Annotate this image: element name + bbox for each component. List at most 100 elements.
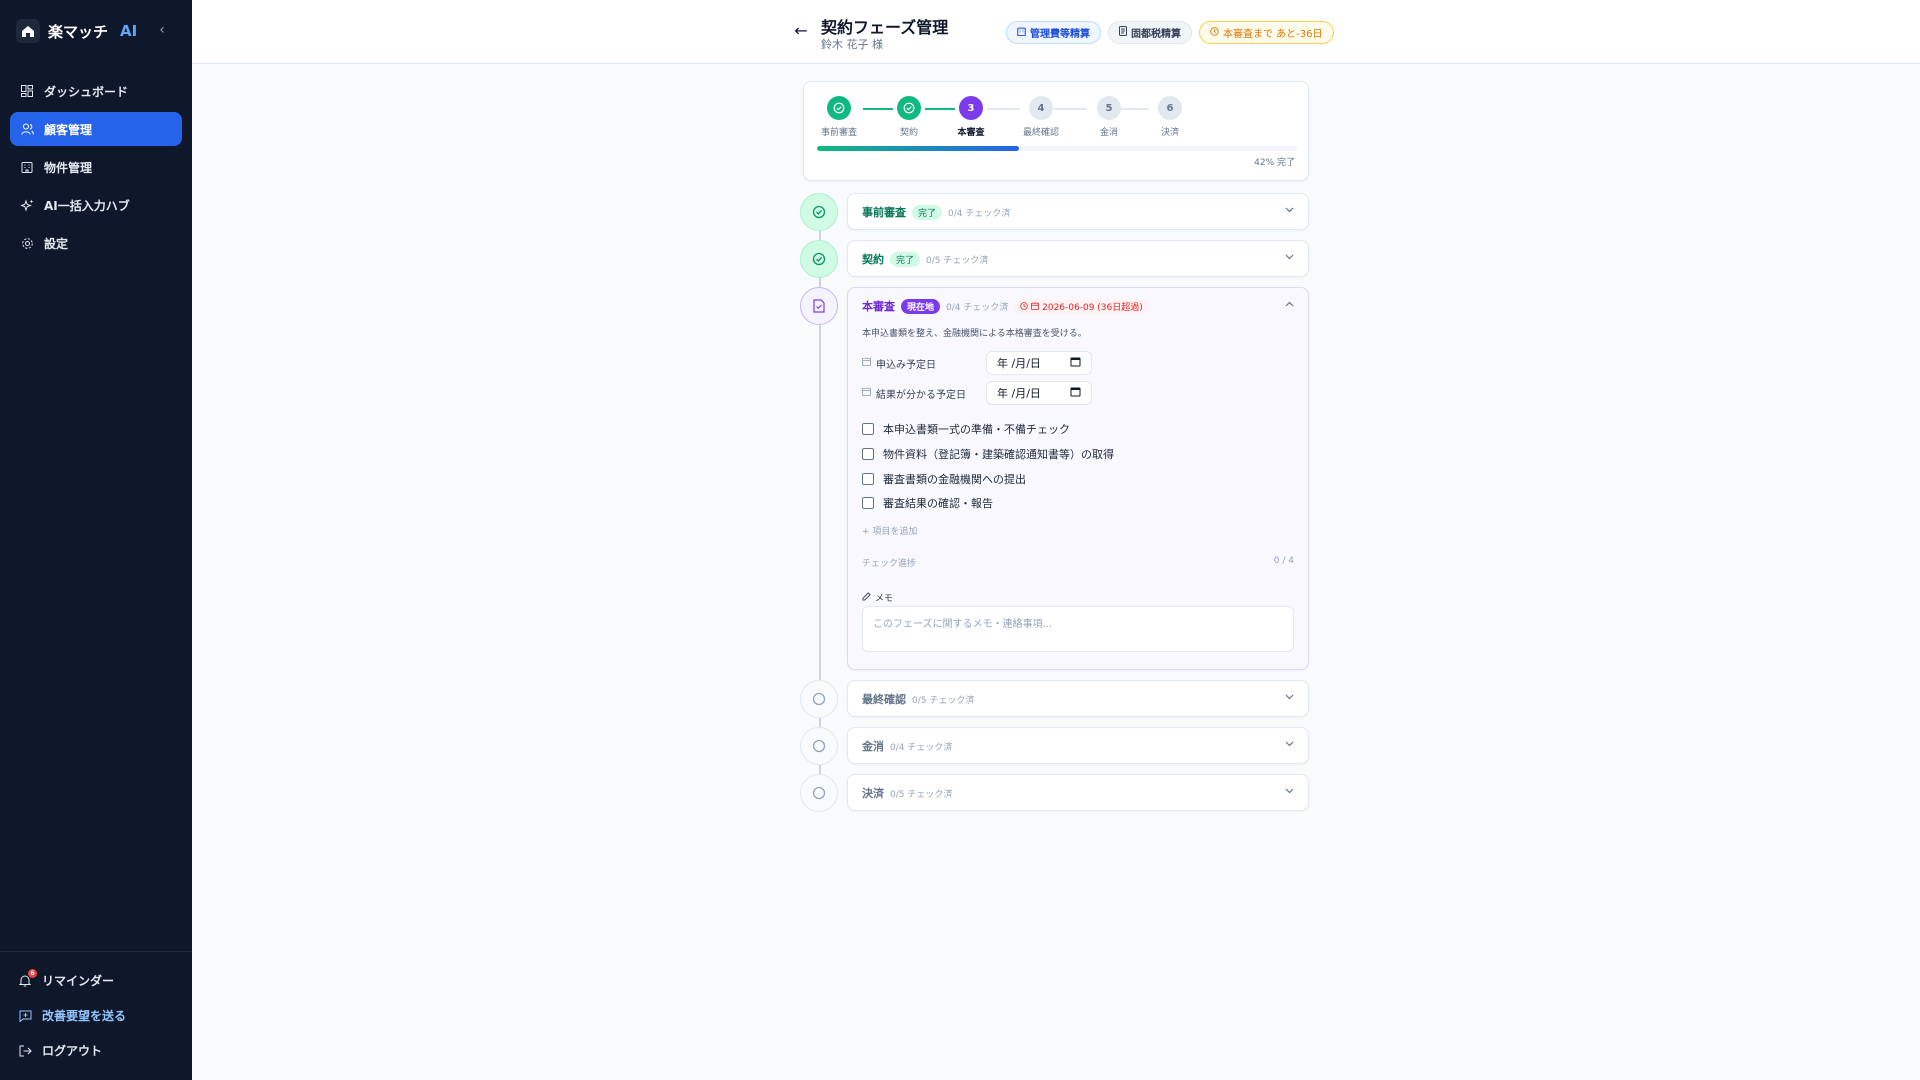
step-label: 最終確認 <box>1022 128 1059 138</box>
phase-card-loan-agreement[interactable]: 金消 0/4 チェック済 <box>847 727 1309 764</box>
chevron-down-icon[interactable] <box>1285 252 1294 263</box>
phase-title: 事前審査 <box>862 206 906 219</box>
send-feedback-button[interactable]: 改善要望を送る <box>10 998 182 1033</box>
memo-label: メモ <box>862 591 893 604</box>
step-loan-agreement[interactable]: 5 金消 <box>1079 96 1139 138</box>
memo-textarea[interactable] <box>862 606 1294 652</box>
sidebar-nav: ダッシュボード 顧客管理 物件管理 AI一括入力ハブ 設定 <box>10 74 182 264</box>
sidebar-item-label: 設定 <box>44 236 69 251</box>
calendar-picker-icon[interactable] <box>1070 386 1081 400</box>
application-date-input[interactable]: 年 /月/日 <box>986 351 1092 375</box>
checklist-item-label: 物件資料（登記簿・建築確認通知書等）の取得 <box>883 448 1114 461</box>
document-icon <box>1119 26 1127 39</box>
logout-label: ログアウト <box>42 1044 103 1058</box>
memo-label-text: メモ <box>875 594 894 604</box>
clock-icon <box>1210 26 1219 39</box>
date-label-text: 結果が分かる予定日 <box>876 389 966 401</box>
add-item-button[interactable]: + 項目を追加 <box>862 524 917 537</box>
checkbox[interactable] <box>862 423 874 435</box>
deadline-countdown-badge: 本審査まで あと-36日 <box>1199 21 1334 44</box>
check-count: 0/4 チェック済 <box>946 302 1009 313</box>
step-label: 決済 <box>1160 128 1179 138</box>
checklist-item[interactable]: 審査結果の確認・報告 <box>862 495 993 511</box>
empty-circle-icon <box>800 727 838 765</box>
overdue-badge: 2026-06-09 (36日超過) <box>1014 298 1149 314</box>
phase-header: 金消 0/4 チェック済 <box>862 728 1294 764</box>
sidebar-divider <box>0 951 192 952</box>
sidebar-item-properties[interactable]: 物件管理 <box>10 150 182 184</box>
phase-card-pre-screening[interactable]: 事前審査 完了 0/4 チェック済 <box>847 193 1309 230</box>
phase-title: 本審査 <box>862 300 895 313</box>
message-square-icon <box>18 1009 32 1023</box>
brand-suffix: AI <box>120 22 138 40</box>
phase-header[interactable]: 本審査 現在地 0/4 チェック済 2026-06-09 (36日超過) <box>862 288 1294 324</box>
checkbox[interactable] <box>862 473 874 485</box>
phase-header: 事前審査 完了 0/4 チェック済 <box>862 194 1294 230</box>
date-input-value: 年 /月/日 <box>997 357 1041 370</box>
step-pre-screening[interactable]: 事前審査 <box>809 96 869 138</box>
sidebar-item-dashboard[interactable]: ダッシュボード <box>10 74 182 108</box>
calendar-icon <box>862 357 871 369</box>
chevron-down-icon[interactable] <box>1285 786 1294 797</box>
logout-button[interactable]: ログアウト <box>10 1033 182 1068</box>
chevron-down-icon[interactable] <box>1285 692 1294 703</box>
step-label: 事前審査 <box>820 128 857 138</box>
users-icon <box>20 122 34 136</box>
sidebar-item-label: 物件管理 <box>44 160 93 175</box>
phase-card-contract[interactable]: 契約 完了 0/5 チェック済 <box>847 240 1309 277</box>
sparkles-icon <box>20 198 34 212</box>
check-icon <box>897 96 921 120</box>
phase-description: 本申込書類を整え、金融機関による本格審査を受ける。 <box>862 329 1087 339</box>
step-main-screening[interactable]: 3 本審査 <box>941 96 1001 138</box>
step-contract[interactable]: 契約 <box>879 96 939 138</box>
building-icon <box>20 160 34 174</box>
chevron-down-icon[interactable] <box>1285 205 1294 216</box>
chevron-left-icon[interactable]: ‹ <box>154 22 170 38</box>
phase-header: 契約 完了 0/5 チェック済 <box>862 241 1294 277</box>
check-count: 0/5 チェック済 <box>926 255 989 266</box>
chevron-down-icon[interactable] <box>1285 739 1294 750</box>
management-fee-settlement-button[interactable]: 管理費等精算 <box>1006 21 1101 44</box>
empty-circle-icon <box>800 774 838 812</box>
result-date-input[interactable]: 年 /月/日 <box>986 381 1092 405</box>
property-tax-label: 固都税精算 <box>1131 29 1181 40</box>
checklist-item[interactable]: 物件資料（登記簿・建築確認通知書等）の取得 <box>862 446 1114 462</box>
sidebar-item-customers[interactable]: 顧客管理 <box>10 112 182 146</box>
property-tax-settlement-button[interactable]: 固都税精算 <box>1108 21 1192 44</box>
clock-icon <box>1020 301 1031 313</box>
phase-card-final-check[interactable]: 最終確認 0/5 チェック済 <box>847 680 1309 717</box>
phase-header: 最終確認 0/5 チェック済 <box>862 681 1294 717</box>
checkbox[interactable] <box>862 497 874 509</box>
checklist-item[interactable]: 本申込書類一式の準備・不備チェック <box>862 421 1070 437</box>
management-fee-label: 管理費等精算 <box>1030 29 1090 40</box>
sidebar-item-ai-hub[interactable]: AI一括入力ハブ <box>10 188 182 222</box>
check-progress-label: チェック進捗 <box>862 559 917 569</box>
calendar-icon <box>862 387 871 399</box>
phase-title: 金消 <box>862 740 884 753</box>
calendar-icon <box>1031 302 1042 313</box>
status-badge: 完了 <box>890 251 921 267</box>
checklist-item[interactable]: 審査書類の金融機関への提出 <box>862 471 1026 487</box>
check-icon <box>827 96 851 120</box>
brand[interactable]: 楽マッチ AI <box>16 18 137 44</box>
step-final-check[interactable]: 4 最終確認 <box>1011 96 1071 138</box>
deadline-date: 2026-06-09 (36日超過) <box>1042 302 1143 313</box>
date-input-value: 年 /月/日 <box>997 387 1041 400</box>
checkbox[interactable] <box>862 448 874 460</box>
sidebar: 楽マッチ AI ‹ ダッシュボード 顧客管理 物件管理 AI一括入力ハブ 設定 … <box>0 0 192 1080</box>
check-count: 0/4 チェック済 <box>890 742 953 753</box>
reminders-button[interactable]: 6 リマインダー <box>10 963 182 998</box>
calendar-picker-icon[interactable] <box>1070 356 1081 370</box>
chevron-up-icon[interactable] <box>1285 299 1294 310</box>
checklist-item-label: 本申込書類一式の準備・不備チェック <box>883 423 1070 436</box>
header-actions: 管理費等精算 固都税精算 本審査まで あと-36日 <box>1006 21 1334 44</box>
step-number: 6 <box>1158 96 1182 120</box>
back-arrow-icon[interactable]: ← <box>792 22 810 40</box>
step-settlement[interactable]: 6 決済 <box>1140 96 1200 138</box>
step-number: 5 <box>1097 96 1121 120</box>
check-count: 0/5 チェック済 <box>890 789 953 800</box>
edit-icon <box>862 591 871 604</box>
step-number: 3 <box>959 96 983 120</box>
sidebar-item-settings[interactable]: 設定 <box>10 226 182 260</box>
phase-card-settlement[interactable]: 決済 0/5 チェック済 <box>847 774 1309 811</box>
